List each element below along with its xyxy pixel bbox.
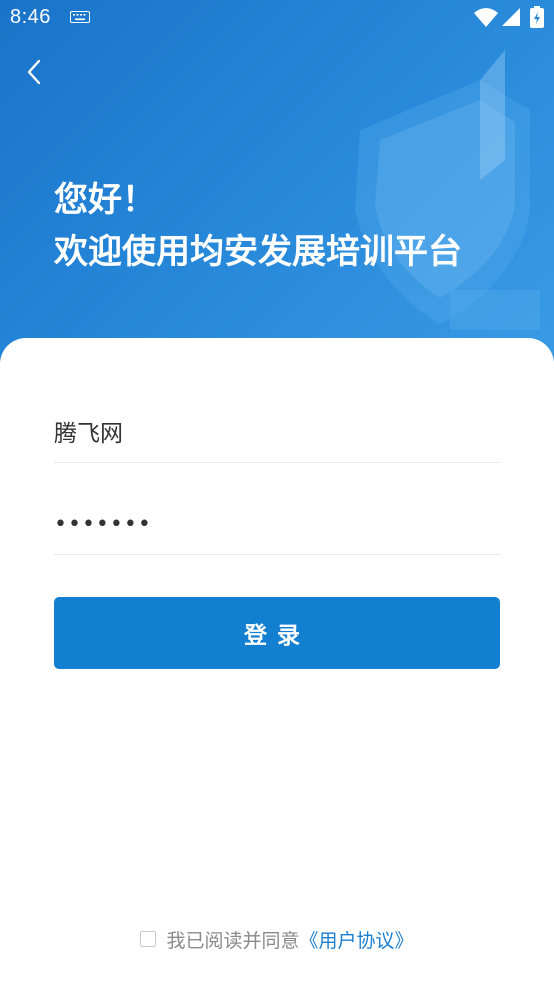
greeting: 您好！ 欢迎使用均安发展培训平台 (54, 174, 462, 278)
agreement-checkbox[interactable] (140, 931, 157, 947)
username-field[interactable]: 腾飞网 (54, 406, 500, 463)
status-bar: 8:46 (0, 0, 554, 38)
login-button[interactable]: 登录 (54, 597, 500, 669)
back-button[interactable] (16, 54, 52, 90)
signal-icon (502, 8, 520, 26)
greeting-welcome: 欢迎使用均安发展培训平台 (54, 232, 462, 272)
user-agreement-link[interactable]: 《用户协议》 (300, 926, 414, 953)
battery-icon (530, 6, 544, 28)
status-time: 8:46 (10, 6, 51, 28)
back-arrow-icon (27, 59, 41, 85)
password-field[interactable]: ••••••• (54, 498, 500, 555)
keyboard-icon (70, 11, 90, 23)
agreement-row: 我已阅读并同意 《用户协议》 (0, 924, 554, 954)
password-value: ••••••• (54, 512, 152, 537)
agreement-text: 我已阅读并同意 (166, 929, 300, 952)
username-value: 腾飞网 (54, 421, 123, 447)
greeting-hello: 您好！ (54, 180, 156, 220)
wifi-icon (474, 8, 498, 27)
